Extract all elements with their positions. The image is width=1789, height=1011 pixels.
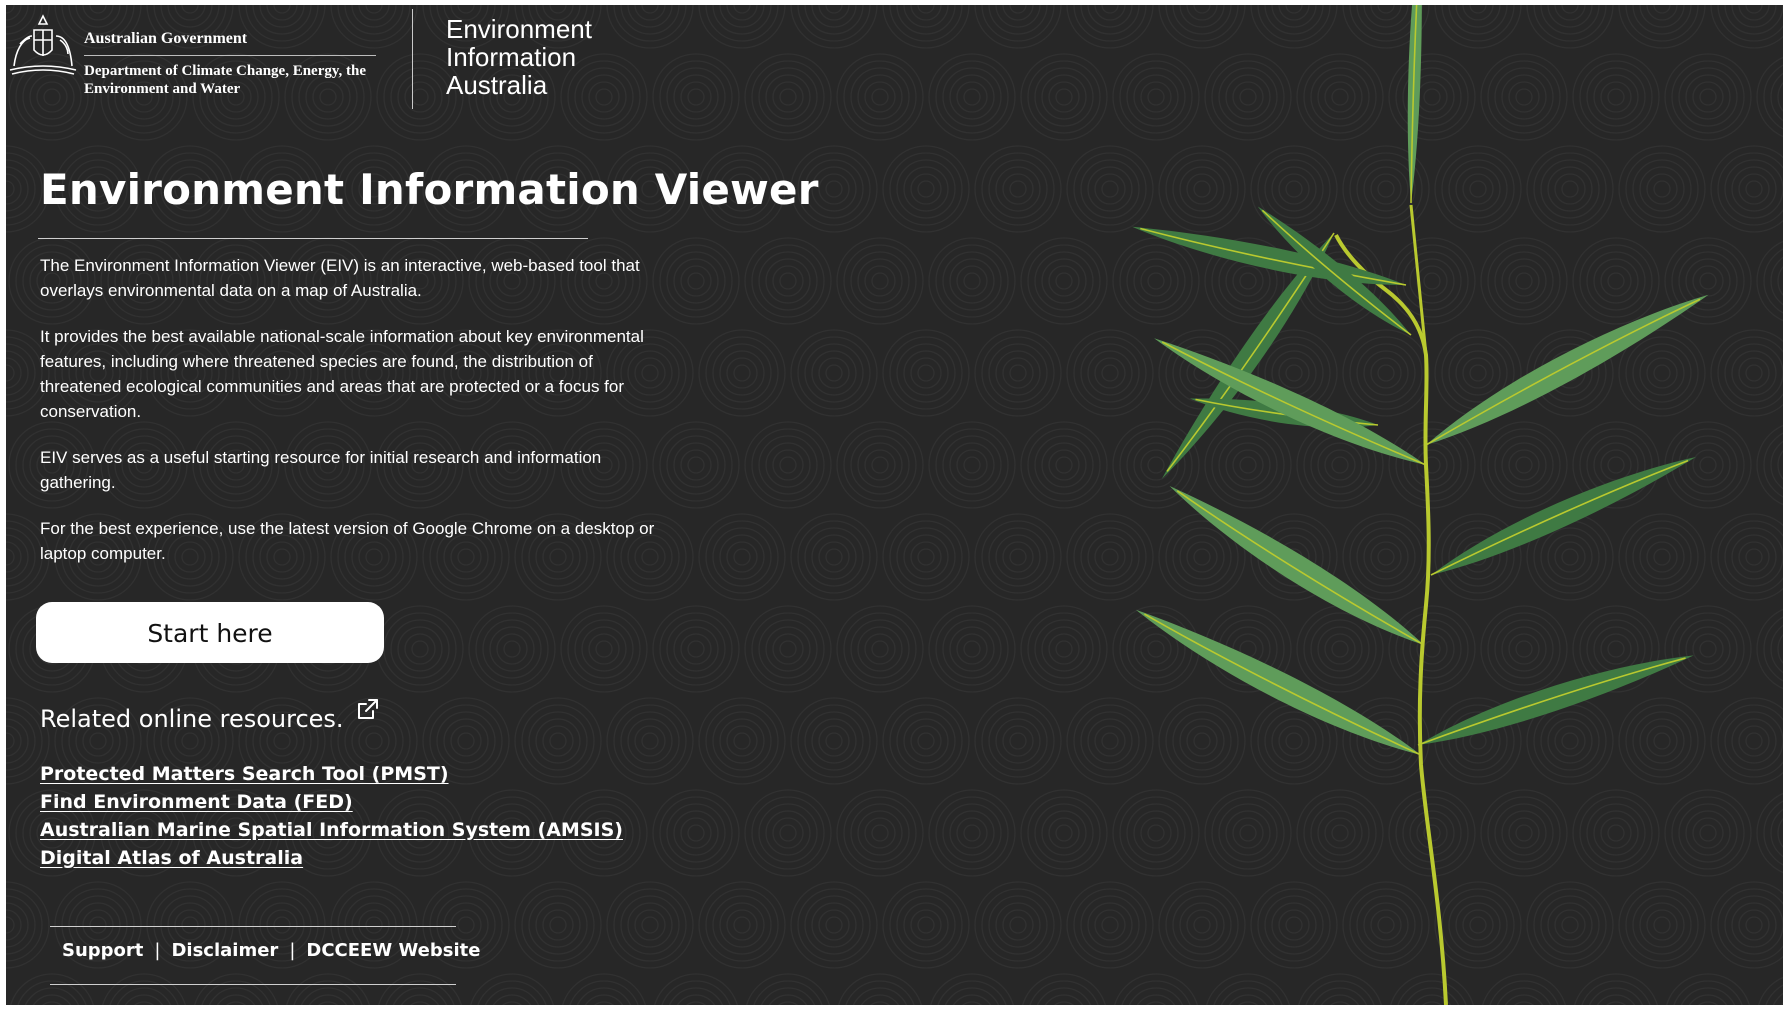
link-pmst[interactable]: Protected Matters Search Tool (PMST) (40, 760, 623, 788)
environment-information-australia-logo: Environment Information Australia (446, 15, 592, 99)
intro-paragraph-4: For the best experience, use the latest … (40, 519, 655, 563)
leaf-4 (1425, 294, 1709, 446)
footer-support-link[interactable]: Support (62, 940, 143, 961)
related-resources-list: Protected Matters Search Tool (PMST) Fin… (40, 760, 623, 872)
eia-logo-line-3: Australia (446, 70, 548, 100)
page-title: Environment Information Viewer (40, 165, 819, 214)
start-here-button[interactable]: Start here (36, 602, 384, 663)
leaf-9 (1417, 655, 1694, 746)
link-digital-atlas[interactable]: Digital Atlas of Australia (40, 844, 623, 872)
footer-dcceew-website-link[interactable]: DCCEEW Website (306, 940, 480, 961)
eia-logo-line-1: Environment (446, 14, 592, 44)
footer-top-rule (50, 926, 456, 927)
link-fed[interactable]: Find Environment Data (FED) (40, 788, 623, 816)
leaf-6 (1154, 338, 1427, 466)
footer-disclaimer-link[interactable]: Disclaimer (171, 940, 278, 961)
leaf-2 (1407, 5, 1422, 204)
related-resources-heading: Related online resources. (40, 705, 344, 733)
eia-logo-line-2: Information (446, 42, 577, 72)
eucalyptus-branch-illustration (1132, 5, 1709, 1005)
government-name: Australian Government (84, 30, 248, 47)
department-name: Department of Climate Change, Energy, th… (84, 63, 367, 97)
leaf-7 (1430, 457, 1696, 576)
leaf-3 (1132, 226, 1407, 286)
landing-page: Australian Government Department of Clim… (6, 5, 1783, 1005)
footer-separator: | (154, 940, 161, 961)
government-logo-rule (84, 55, 376, 56)
intro-paragraph-1: The Environment Information Viewer (EIV)… (40, 256, 640, 300)
intro-text: The Environment Information Viewer (EIV)… (40, 253, 660, 587)
intro-paragraph-2: It provides the best available national-… (40, 327, 644, 421)
leaf-8 (1169, 486, 1425, 646)
coat-of-arms-icon (9, 14, 77, 75)
footer-bottom-rule (50, 984, 456, 985)
link-amsis[interactable]: Australian Marine Spatial Information Sy… (40, 816, 623, 844)
title-underline (38, 238, 588, 239)
external-link-icon (358, 699, 378, 719)
header-divider (412, 9, 413, 109)
government-logo-text: Australian Government Department of Clim… (84, 30, 384, 98)
footer-links: Support | Disclaimer | DCCEEW Website (62, 940, 480, 961)
intro-paragraph-3: EIV serves as a useful starting resource… (40, 448, 602, 492)
footer-separator: | (289, 940, 296, 961)
